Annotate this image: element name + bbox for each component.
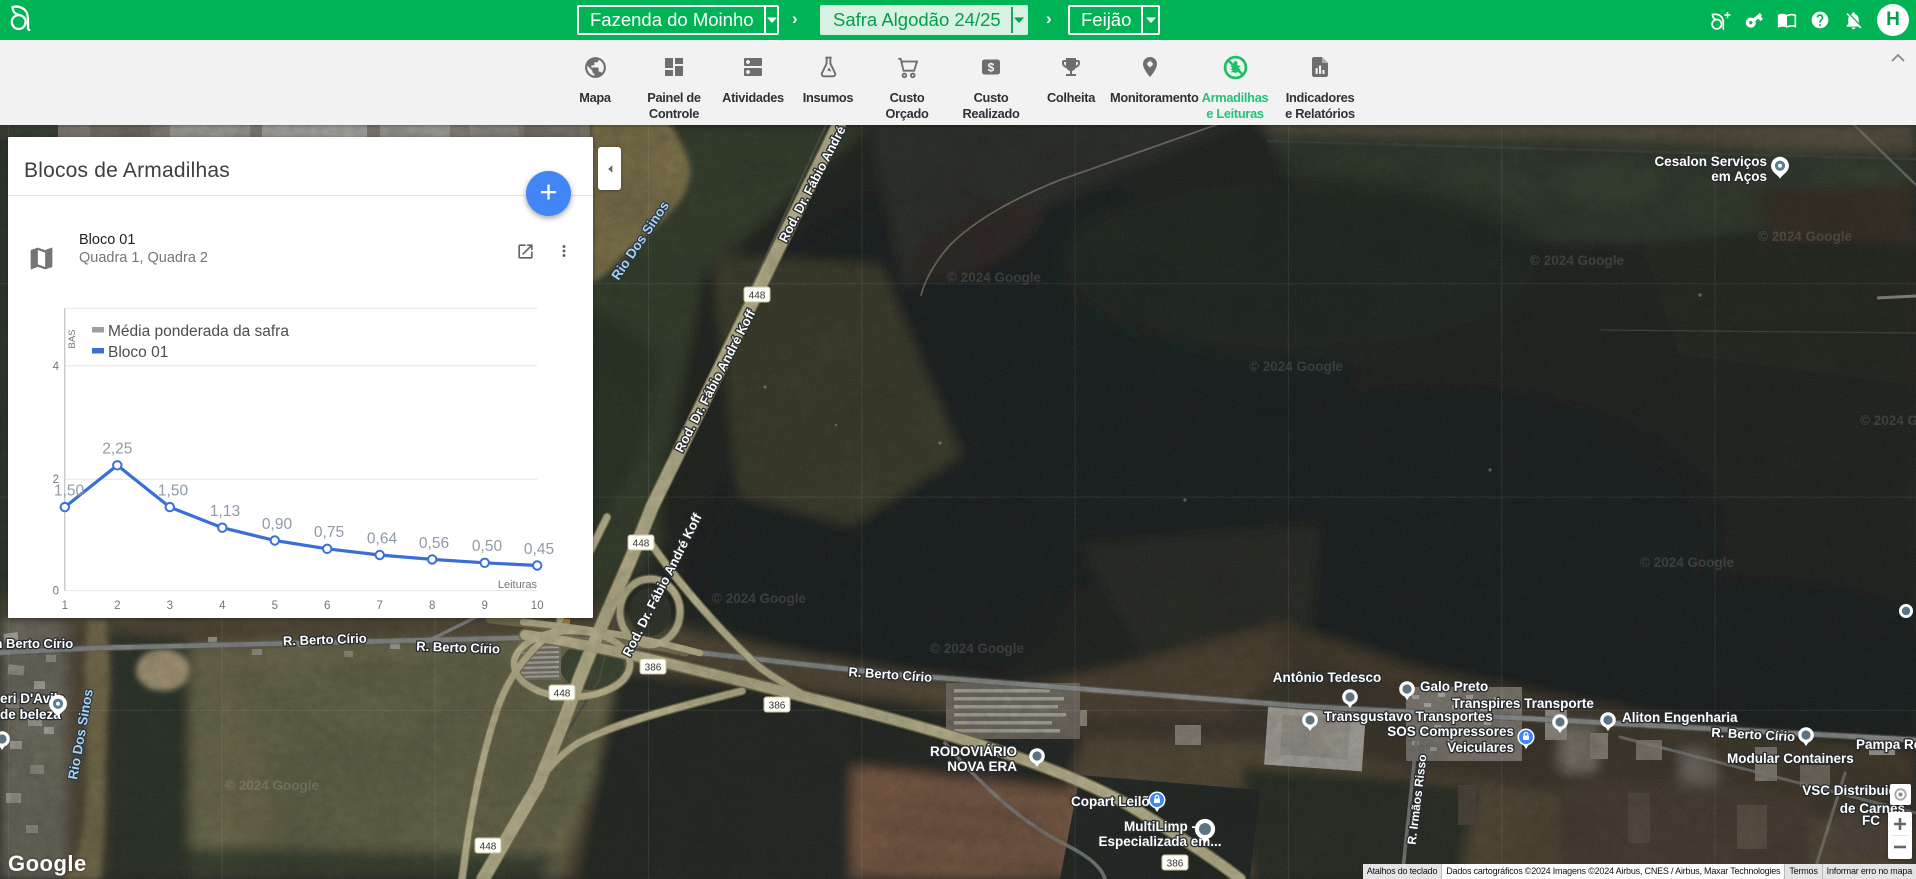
svg-text:10: 10: [531, 600, 544, 612]
svg-text:9: 9: [481, 600, 487, 612]
svg-text:448: 448: [480, 842, 497, 853]
svg-text:4: 4: [219, 600, 226, 612]
svg-text:© 2024 Google: © 2024 Google: [1640, 555, 1734, 570]
svg-text:$: $: [988, 61, 995, 75]
svg-text:FC: FC: [1862, 813, 1880, 828]
svg-text:Modular Containers: Modular Containers: [1727, 751, 1854, 766]
svg-text:2: 2: [114, 600, 120, 612]
svg-text:Aliton Engenharia: Aliton Engenharia: [1622, 710, 1738, 725]
svg-text:0: 0: [53, 586, 59, 598]
svg-text:Leituras: Leituras: [498, 579, 538, 591]
svg-text:1,50: 1,50: [158, 483, 189, 500]
svg-text:Média ponderada da safra: Média ponderada da safra: [108, 323, 289, 340]
svg-text:© 2024 Google: © 2024 Google: [1530, 253, 1624, 268]
svg-text:Veiculares: Veiculares: [1447, 740, 1514, 755]
svg-text:1: 1: [62, 600, 68, 612]
svg-text:Pampa Req: Pampa Req: [1856, 737, 1916, 752]
svg-text:R. Berto Círio: R. Berto Círio: [416, 639, 500, 657]
svg-text:© 2024 Google: © 2024 Google: [712, 591, 806, 606]
svg-text:386: 386: [645, 663, 662, 674]
svg-text:© 2024 Google: © 2024 Google: [1860, 413, 1916, 428]
svg-text:SOS Compressores: SOS Compressores: [1387, 724, 1514, 739]
svg-text:6: 6: [324, 600, 330, 612]
svg-text:© 2024 Google: © 2024 Google: [930, 641, 1024, 656]
svg-text:MultiLimp -: MultiLimp -: [1124, 819, 1196, 834]
svg-text:1,50: 1,50: [54, 483, 85, 500]
svg-text:448: 448: [633, 539, 650, 550]
svg-text:7: 7: [376, 600, 382, 612]
svg-text:448: 448: [749, 291, 766, 302]
svg-text:3: 3: [167, 600, 173, 612]
svg-text:RODOVIÁRIO: RODOVIÁRIO: [930, 744, 1017, 759]
svg-text:0,75: 0,75: [314, 524, 344, 541]
svg-text:386: 386: [1167, 859, 1184, 870]
svg-text:0,45: 0,45: [524, 541, 554, 558]
svg-text:386: 386: [769, 701, 786, 712]
svg-text:2,25: 2,25: [102, 441, 132, 458]
svg-text:0,50: 0,50: [472, 538, 503, 555]
svg-text:5: 5: [272, 600, 278, 612]
svg-text:© 2024 Google: © 2024 Google: [1758, 229, 1852, 244]
svg-text:1,13: 1,13: [210, 503, 240, 520]
svg-text:0,56: 0,56: [419, 535, 449, 552]
svg-text:BAS: BAS: [67, 329, 78, 348]
svg-text:Bloco 01: Bloco 01: [108, 344, 168, 361]
svg-text:© 2024 Google: © 2024 Google: [947, 270, 1041, 285]
svg-text:Transgustavo Transportes: Transgustavo Transportes: [1324, 709, 1493, 724]
svg-text:Cesalon Serviços: Cesalon Serviços: [1654, 154, 1767, 169]
svg-text:0,90: 0,90: [262, 516, 293, 533]
svg-text:em Aços: em Aços: [1711, 169, 1767, 184]
svg-text:Galo Preto: Galo Preto: [1420, 679, 1488, 694]
svg-text:m Berto Círio: m Berto Círio: [0, 636, 73, 651]
svg-text:448: 448: [554, 689, 571, 700]
svg-text:NOVA ERA: NOVA ERA: [947, 759, 1017, 774]
svg-text:© 2024 Google: © 2024 Google: [1249, 359, 1343, 374]
svg-text:R. Berto Círio: R. Berto Círio: [283, 631, 367, 649]
svg-text:0,64: 0,64: [367, 530, 398, 547]
svg-text:© 2024 Google: © 2024 Google: [225, 778, 319, 793]
svg-text:8: 8: [429, 600, 435, 612]
svg-text:Antônio Tedesco: Antônio Tedesco: [1273, 670, 1382, 685]
svg-text:4: 4: [53, 361, 60, 373]
